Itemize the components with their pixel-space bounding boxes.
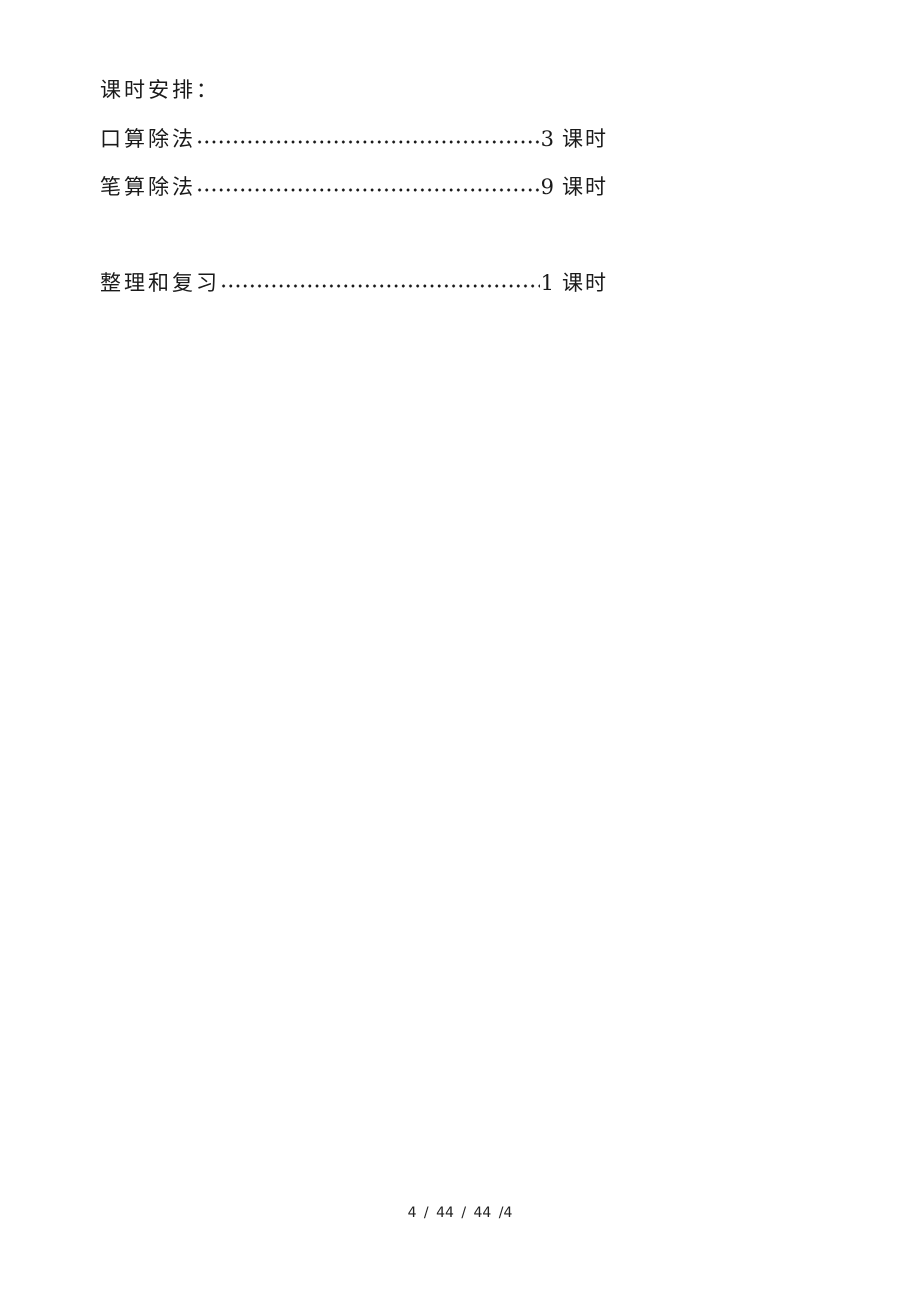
toc-entry-unit: 课时 bbox=[562, 175, 608, 199]
toc-entry-written-division: 笔算除法 9 课时 bbox=[100, 172, 608, 202]
toc-entry-unit: 课时 bbox=[562, 127, 608, 151]
toc-entry-title: 整理和复习 bbox=[100, 271, 220, 295]
dot-leader bbox=[220, 268, 540, 298]
toc-entry-count: 9 bbox=[540, 175, 554, 199]
toc-entry-unit: 课时 bbox=[562, 271, 608, 295]
dot-leader bbox=[196, 124, 540, 154]
toc-entry-count: 3 bbox=[540, 127, 554, 151]
dot-leader bbox=[196, 172, 540, 202]
toc-entry-title: 口算除法 bbox=[100, 127, 196, 151]
page-number-footer: 4 / 44 / 44 /4 bbox=[407, 1205, 513, 1221]
schedule-heading: 课时安排： bbox=[100, 78, 220, 102]
toc-entry-oral-division: 口算除法 3 课时 bbox=[100, 124, 608, 154]
toc-entry-title: 笔算除法 bbox=[100, 175, 196, 199]
toc-entry-count: 1 bbox=[540, 271, 554, 295]
toc-entry-review: 整理和复习 1 课时 bbox=[100, 268, 608, 298]
